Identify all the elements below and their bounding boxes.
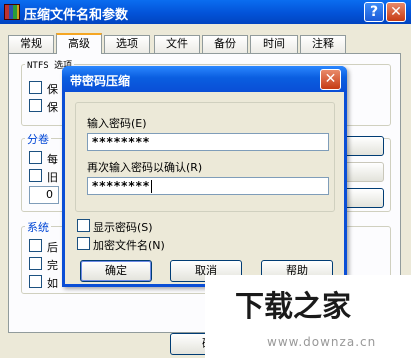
volume-option-checkbox-1[interactable]: [29, 151, 42, 164]
watermark: 下载之家 www.downza.cn: [205, 275, 411, 358]
tab-backup[interactable]: 备份: [202, 35, 248, 53]
password-dialog-title: 带密码压缩: [70, 74, 131, 88]
tab-time[interactable]: 时间: [250, 35, 298, 53]
system-option-checkbox-2[interactable]: [29, 257, 42, 270]
password-dialog: 带密码压缩 ✕ 输入密码(E) ******** 再次输入密码以确认(R) **…: [62, 66, 347, 287]
system-option-checkbox-3[interactable]: [29, 275, 42, 288]
enter-password-label: 输入密码(E): [87, 117, 147, 130]
password-group: 输入密码(E) ******** 再次输入密码以确认(R) ********: [75, 102, 335, 212]
volume-group-label: 分卷: [25, 131, 51, 147]
side-button-3[interactable]: [344, 188, 384, 208]
system-group-label: 系统: [25, 219, 51, 235]
watermark-logo: 下载之家: [235, 289, 352, 323]
show-password-checkbox[interactable]: [77, 219, 90, 232]
main-window-title: 压缩文件名和参数: [24, 8, 129, 23]
tab-files[interactable]: 文件: [154, 35, 200, 53]
system-option-checkbox-1[interactable]: [29, 239, 42, 252]
tab-general[interactable]: 常规: [8, 35, 54, 53]
reenter-password-label: 再次输入密码以确认(R): [87, 161, 203, 174]
help-title-button[interactable]: ?: [364, 2, 384, 22]
ok-button[interactable]: 确定: [80, 260, 152, 282]
main-title-bar: 压缩文件名和参数 ? ✕: [0, 0, 411, 24]
reenter-password-input[interactable]: ********: [87, 177, 329, 195]
encrypt-filenames-label: 加密文件名(N): [93, 239, 165, 252]
ntfs-option-label-1: 保: [47, 83, 58, 96]
system-option-label-2: 完: [47, 259, 58, 272]
volume-option-label-1: 每: [47, 153, 58, 166]
watermark-url: www.downza.cn: [267, 335, 377, 349]
tab-comment[interactable]: 注释: [300, 35, 346, 53]
text-caret: [151, 180, 153, 193]
close-dialog-button[interactable]: ✕: [320, 69, 341, 90]
reenter-password-value: ********: [92, 179, 151, 193]
close-main-window-button[interactable]: ✕: [386, 2, 406, 22]
ntfs-option-checkbox-1[interactable]: [29, 81, 42, 94]
ntfs-option-checkbox-2[interactable]: [29, 99, 42, 112]
volume-option-label-2: 旧: [47, 171, 58, 184]
side-button-2[interactable]: [344, 162, 384, 182]
ntfs-option-label-2: 保: [47, 101, 58, 114]
side-button-1[interactable]: [344, 136, 384, 156]
winrar-app-icon: [4, 4, 20, 20]
system-option-label-1: 后: [47, 241, 58, 254]
tab-options[interactable]: 选项: [104, 35, 150, 53]
enter-password-input[interactable]: ********: [87, 133, 329, 151]
encrypt-filenames-checkbox[interactable]: [77, 237, 90, 250]
volume-number-field[interactable]: 0: [29, 186, 59, 204]
volume-option-checkbox-2[interactable]: [29, 169, 42, 182]
tab-advanced[interactable]: 高级: [56, 33, 102, 54]
enter-password-value: ********: [92, 135, 151, 149]
system-option-label-3: 如: [47, 277, 58, 290]
password-dialog-title-bar: 带密码压缩 ✕: [62, 66, 347, 92]
password-dialog-body: 输入密码(E) ******** 再次输入密码以确认(R) ******** 显…: [65, 92, 344, 284]
show-password-label: 显示密码(S): [93, 221, 153, 234]
